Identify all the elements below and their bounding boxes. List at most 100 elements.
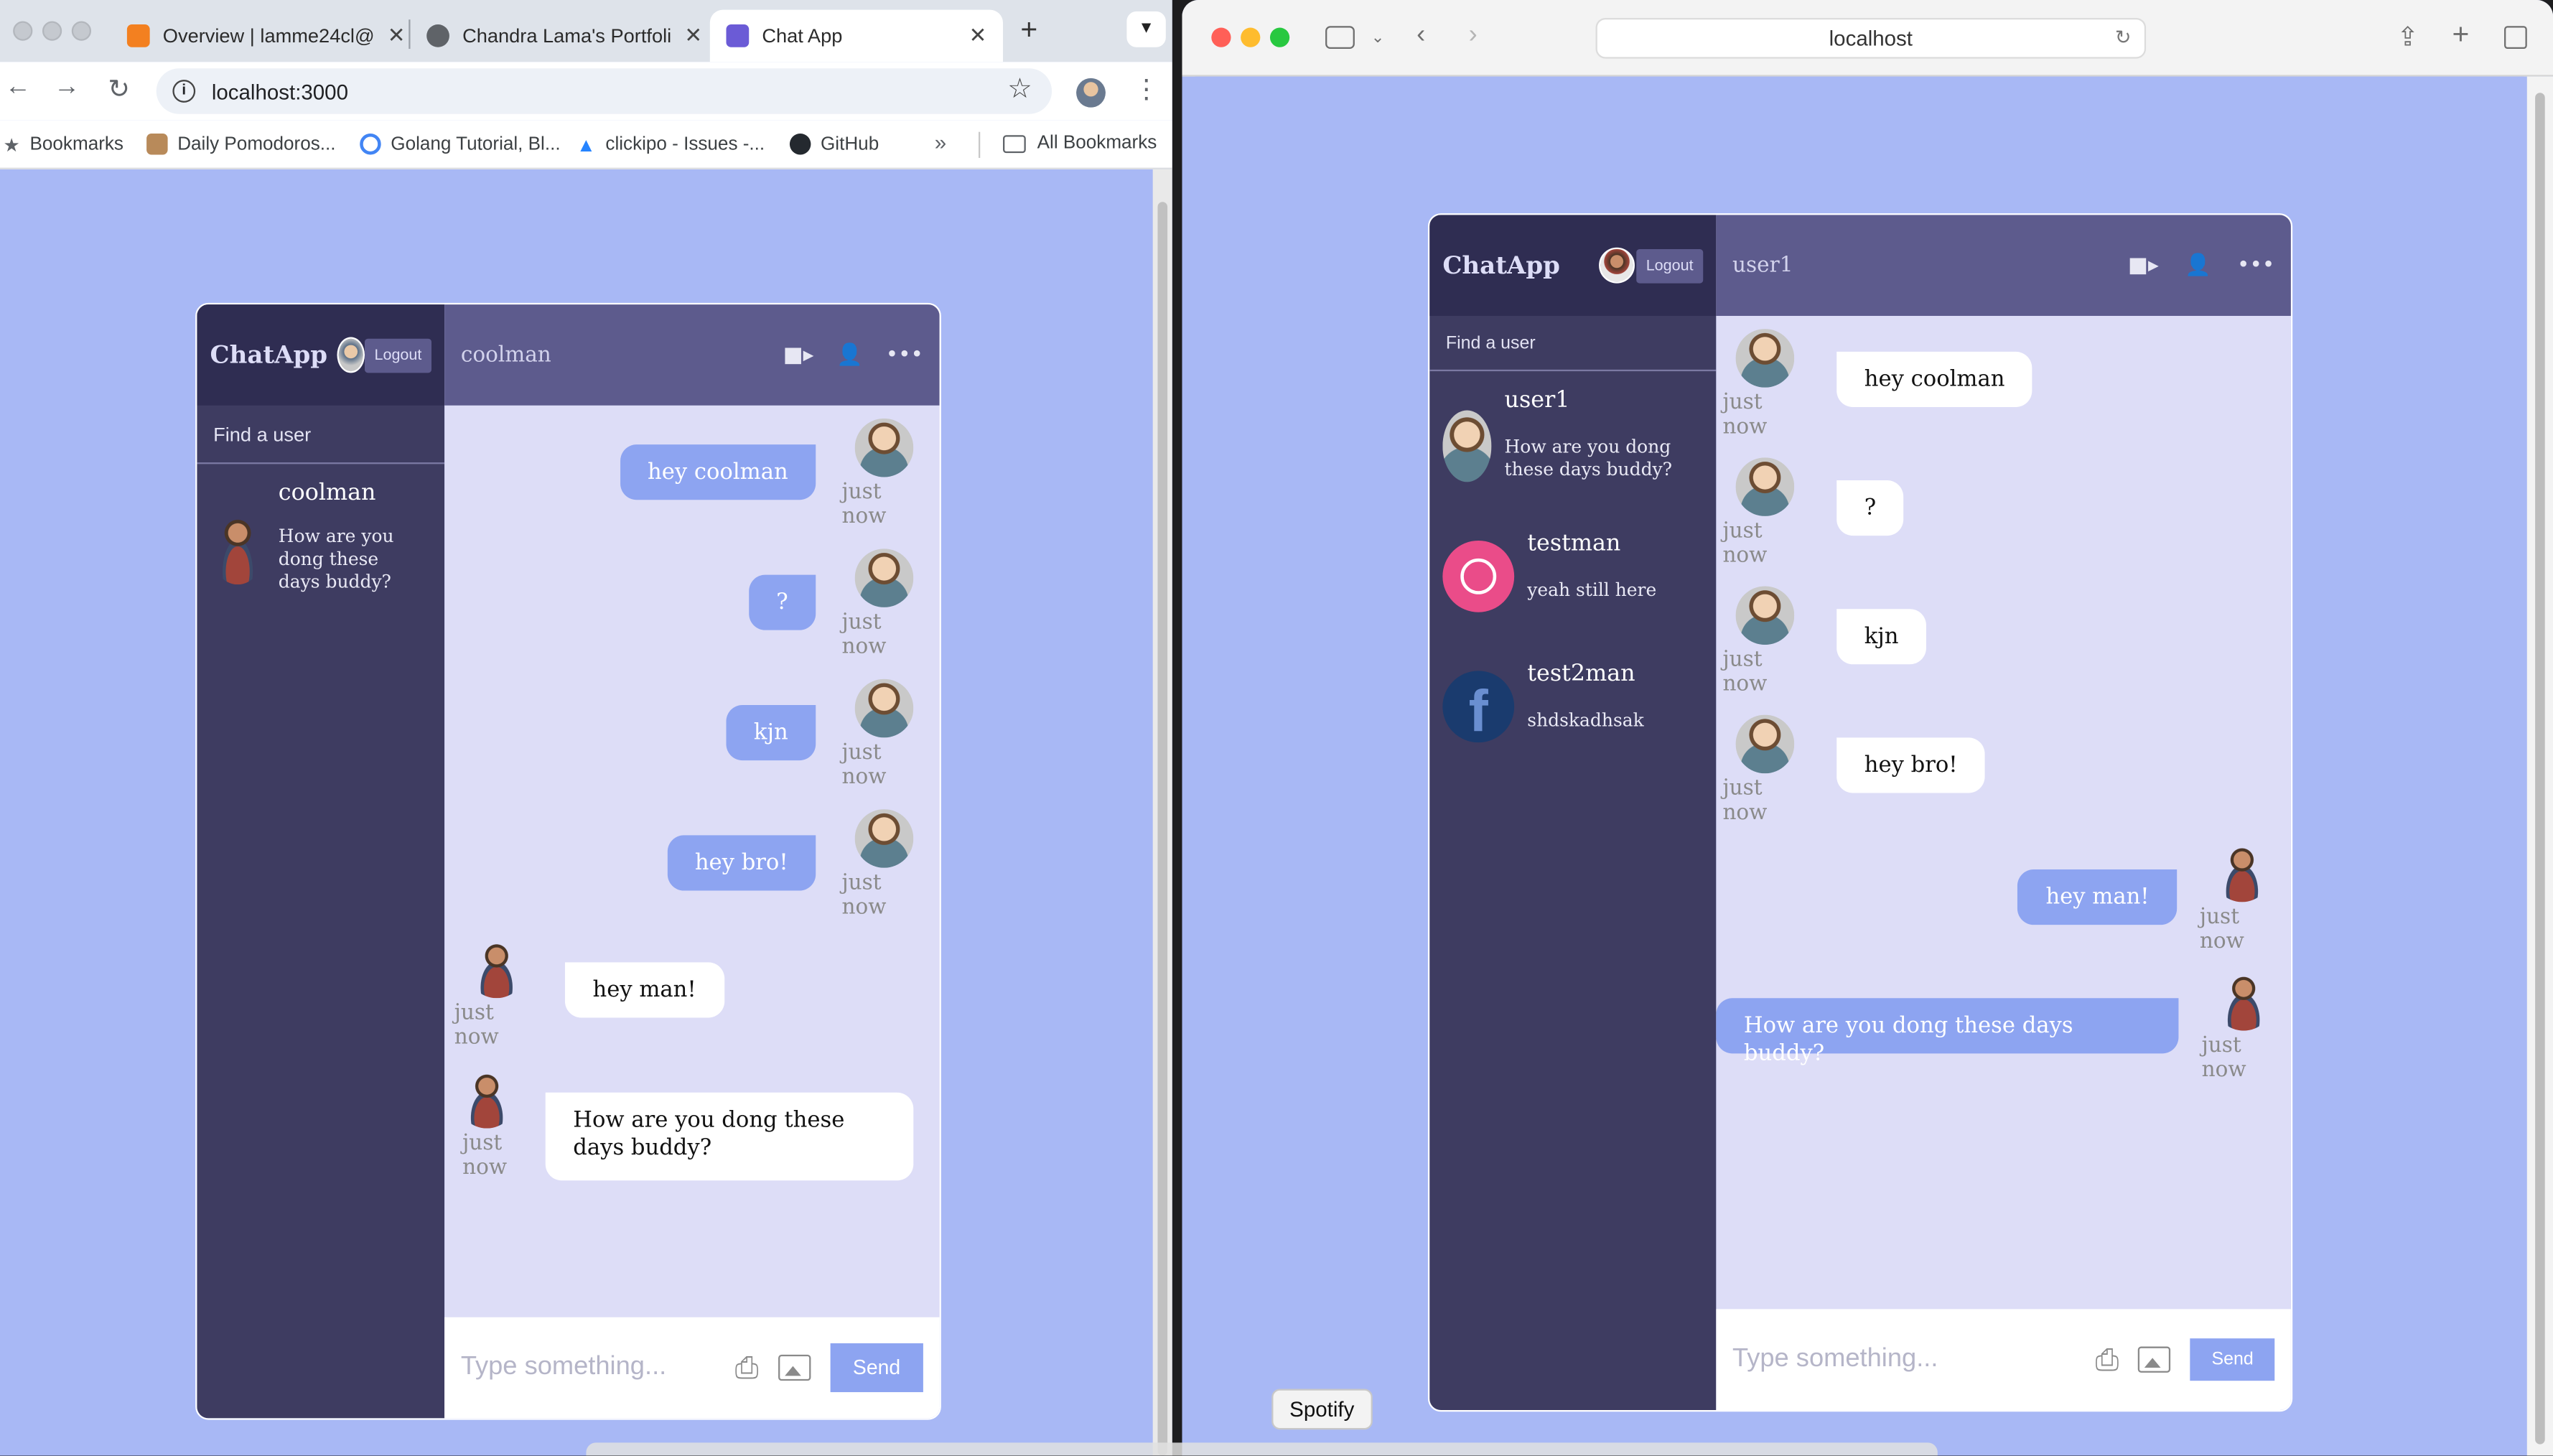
message-other: just now hey man! <box>454 939 724 1050</box>
image-icon[interactable] <box>778 1354 811 1381</box>
bookmark-label: Bookmarks <box>29 135 124 155</box>
current-user-avatar <box>337 337 365 373</box>
bookmark-label: Daily Pomodoros... <box>177 134 336 154</box>
send-button[interactable]: Send <box>2190 1338 2275 1381</box>
add-user-icon[interactable]: 👤 <box>2185 253 2211 278</box>
bookmark-item[interactable]: Daily Pomodoros... <box>146 133 336 155</box>
sender-avatar <box>467 939 526 999</box>
video-camera-icon[interactable]: ■▸ <box>2128 253 2159 278</box>
messages-list[interactable]: just now hey coolman just now ? just now… <box>1716 316 2291 1309</box>
search-input[interactable]: Find a user <box>1429 316 1717 372</box>
add-user-icon[interactable]: 👤 <box>836 342 863 367</box>
window-close-dot[interactable] <box>13 21 33 41</box>
forward-arrow-icon[interactable]: → <box>49 73 85 103</box>
new-tab-plus-icon[interactable]: + <box>1013 13 1045 47</box>
chevron-more-icon[interactable]: » <box>935 130 946 154</box>
reload-icon[interactable]: ↻ <box>2115 19 2132 57</box>
sender-avatar <box>1735 714 1795 774</box>
search-placeholder: Find a user <box>1445 332 1536 353</box>
minimize-dot[interactable] <box>1241 27 1261 47</box>
site-info-icon[interactable]: i <box>172 80 196 103</box>
more-horizontal-icon[interactable]: ••• <box>886 342 923 367</box>
sidebar-toggle-icon[interactable] <box>1325 26 1355 50</box>
close-icon[interactable]: ✕ <box>375 23 404 49</box>
image-icon[interactable] <box>2138 1346 2171 1373</box>
scrollbar-thumb[interactable] <box>1157 202 1168 1456</box>
back-arrow-icon[interactable]: ← <box>0 73 36 103</box>
tab-overview[interactable]: Overview | lamme24cl@ ✕ <box>111 10 403 62</box>
tab-chat-app[interactable]: Chat App ✕ <box>709 9 1004 62</box>
chat-app-right: ChatApp Logout Find a user user1 How are… <box>1427 213 2293 1412</box>
page-scrollbar[interactable] <box>1152 169 1172 1456</box>
message-meta: just now <box>842 678 927 790</box>
bookmark-item[interactable]: Golang Tutorial, Bl... <box>360 133 561 155</box>
chevron-down-icon[interactable]: ⌄ <box>1371 29 1385 47</box>
share-icon[interactable]: ⇪ <box>2396 21 2418 53</box>
sender-avatar <box>1735 586 1795 645</box>
more-vertical-icon[interactable]: ⋮ <box>1133 73 1159 106</box>
address-bar[interactable]: i localhost:3000 ☆ <box>156 68 1053 114</box>
window-zoom-dot[interactable] <box>71 21 92 41</box>
message-bubble: hey man! <box>2017 869 2178 925</box>
bookmark-star-icon[interactable]: ☆ <box>1007 73 1032 106</box>
back-chevron-icon[interactable]: ‹ <box>1416 21 1425 50</box>
user-chat-item[interactable]: testman yeah still here <box>1429 495 1716 625</box>
current-user-avatar <box>1599 247 1635 284</box>
bookmark-item[interactable]: ★ Bookmarks <box>4 134 124 156</box>
page-scrollbar[interactable] <box>2526 76 2553 1456</box>
user-chat-item[interactable]: user1 How are you dong these days buddy? <box>1429 371 1716 495</box>
last-message: How are you dong these days buddy? <box>1504 436 1673 481</box>
video-camera-icon[interactable]: ■▸ <box>783 342 814 367</box>
bookmark-item[interactable]: All Bookmarks <box>1003 134 1157 153</box>
close-icon[interactable]: ✕ <box>956 23 987 49</box>
window-minimize-dot[interactable] <box>42 21 62 41</box>
logout-button[interactable]: Logout <box>1636 248 1704 283</box>
scrollbar-thumb[interactable] <box>2535 93 2545 1445</box>
message-input[interactable]: Type something... <box>1732 1345 1938 1374</box>
sidebar: ChatApp Logout Find a user coolman How a… <box>197 304 445 1419</box>
message-bubble: ? <box>748 574 816 630</box>
send-button[interactable]: Send <box>830 1343 923 1393</box>
logout-button[interactable]: Logout <box>364 337 431 373</box>
message-meta: just now <box>1722 329 1807 439</box>
forward-chevron-icon[interactable]: › <box>1469 21 1478 50</box>
message-other: just now How are you dong these days bud… <box>454 1070 914 1181</box>
chat-header-actions: ■▸ 👤 ••• <box>2128 253 2274 278</box>
sender-avatar <box>2213 843 2272 902</box>
bookmark-item[interactable]: ▲ clickipo - Issues -... <box>577 134 765 157</box>
close-icon[interactable]: ✕ <box>671 23 702 49</box>
paperclip-icon[interactable]: ⎙ <box>735 1350 759 1385</box>
search-input[interactable]: Find a user <box>197 406 445 465</box>
tab-search-chevron-icon[interactable]: ▼ <box>1126 11 1166 47</box>
reload-icon[interactable]: ↻ <box>101 73 137 106</box>
bookmark-item[interactable]: GitHub <box>789 133 879 155</box>
message-input[interactable]: Type something... <box>461 1353 666 1383</box>
message-bubble: hey bro! <box>667 835 816 891</box>
message-other: just now ? <box>1722 457 1904 568</box>
new-tab-plus-icon[interactable]: + <box>2452 18 2469 52</box>
pomodoro-icon <box>146 133 168 155</box>
bookmark-label: All Bookmarks <box>1037 133 1157 154</box>
atlassian-icon: ▲ <box>576 133 596 157</box>
sender-avatar <box>854 418 914 477</box>
user-chat-item[interactable]: f test2man shdskadhsak <box>1429 625 1716 755</box>
tab-portfolio[interactable]: Chandra Lama's Portfoli ✕ <box>411 10 707 62</box>
url-text: localhost:3000 <box>211 78 348 104</box>
chrome-tab-strip: Overview | lamme24cl@ ✕ Chandra Lama's P… <box>0 0 1172 62</box>
paperclip-icon[interactable]: ⎙ <box>2096 1343 2119 1377</box>
message-owner: hey coolman just now <box>620 418 926 529</box>
zoom-dot[interactable] <box>1269 27 1290 47</box>
last-message: shdskadhsak <box>1527 709 1644 732</box>
more-horizontal-icon[interactable]: ••• <box>2237 253 2274 278</box>
tab-title: Overview | lamme24cl@ <box>162 24 375 47</box>
tab-overview-icon[interactable] <box>2504 26 2527 50</box>
profile-avatar[interactable] <box>1076 78 1106 108</box>
messages-list[interactable]: hey coolman just now ? just now kjn just… <box>444 406 939 1317</box>
message-time: just now <box>841 871 887 920</box>
bookmarks-bar: ★ Bookmarks Daily Pomodoros... Golang Tu… <box>0 120 1172 169</box>
user-chat-item[interactable]: coolman How are you dong these days budd… <box>197 464 444 610</box>
address-bar[interactable]: localhost ↻ <box>1595 17 2147 59</box>
close-dot[interactable] <box>1211 27 1231 47</box>
message-bubble: hey coolman <box>1836 351 2032 407</box>
chat-header: user1 ■▸ 👤 ••• <box>1716 215 2291 316</box>
